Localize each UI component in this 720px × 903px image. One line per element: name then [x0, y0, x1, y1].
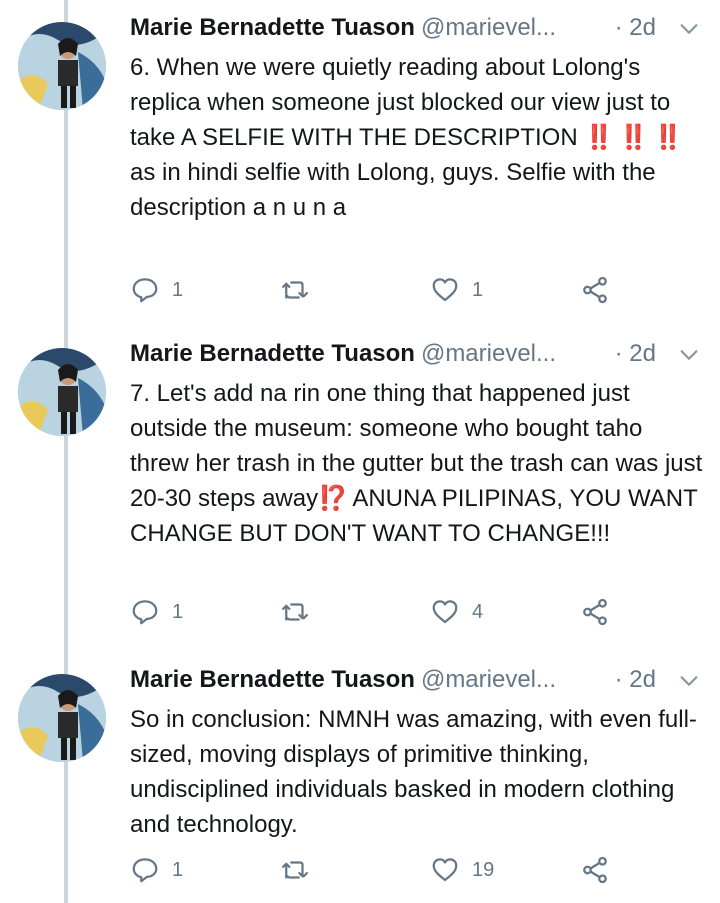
user-handle[interactable]: @marievel... — [421, 666, 556, 693]
display-name[interactable]: Marie Bernadette Tuason — [130, 340, 415, 367]
retweet-button[interactable] — [280, 594, 322, 630]
avatar[interactable] — [18, 22, 106, 110]
heart-icon — [432, 600, 458, 624]
like-count: 4 — [472, 600, 484, 623]
tweet-header: Marie Bernadette Tuason @marievel... · 2d — [130, 10, 700, 46]
tweet-text: 7. Let's add na rin one thing that happe… — [130, 376, 705, 551]
tweet-actions: 1 19 — [130, 852, 650, 888]
reply-icon — [132, 278, 158, 303]
share-button[interactable] — [580, 272, 610, 308]
reply-icon — [132, 858, 158, 883]
like-button[interactable]: 1 — [430, 272, 483, 308]
share-icon — [583, 276, 607, 304]
tweet[interactable]: Marie Bernadette Tuason @marievel... · 2d… — [0, 336, 720, 636]
retweet-icon — [282, 603, 308, 621]
like-button[interactable]: 4 — [430, 594, 483, 630]
reply-button[interactable]: 1 — [130, 594, 183, 630]
user-handle[interactable]: @marievel... — [421, 340, 556, 367]
retweet-button[interactable] — [280, 272, 322, 308]
tweet-actions: 1 4 — [130, 594, 650, 630]
user-handle[interactable]: @marievel... — [421, 14, 556, 41]
display-name[interactable]: Marie Bernadette Tuason — [130, 14, 415, 41]
reply-icon — [132, 600, 158, 625]
tweet-text-part: So in conclusion: NMNH was amazing, with… — [130, 706, 697, 838]
reply-count: 1 — [172, 278, 184, 301]
heart-icon — [432, 278, 458, 302]
reply-count: 1 — [172, 600, 184, 623]
tweet[interactable]: Marie Bernadette Tuason @marievel... · 2d… — [0, 662, 720, 903]
chevron-down-icon[interactable] — [678, 670, 700, 692]
timestamp[interactable]: · 2d — [615, 662, 656, 698]
interrobang-emoji: ⁉️ — [318, 485, 348, 512]
retweet-button[interactable] — [280, 852, 322, 888]
timestamp[interactable]: · 2d — [615, 336, 656, 372]
like-count: 19 — [472, 858, 495, 881]
chevron-down-icon[interactable] — [678, 344, 700, 366]
like-count: 1 — [472, 278, 484, 301]
reply-count: 1 — [172, 858, 184, 881]
display-name[interactable]: Marie Bernadette Tuason — [130, 666, 415, 693]
tweet[interactable]: Marie Bernadette Tuason @marievel... · 2d… — [0, 10, 720, 310]
chevron-down-icon[interactable] — [678, 18, 700, 40]
share-button[interactable] — [580, 594, 610, 630]
timestamp[interactable]: · 2d — [615, 10, 656, 46]
tweet-header: Marie Bernadette Tuason @marievel... · 2d — [130, 336, 700, 372]
tweet-actions: 1 1 — [130, 272, 650, 308]
retweet-icon — [282, 861, 308, 879]
reply-button[interactable]: 1 — [130, 272, 183, 308]
like-button[interactable]: 19 — [430, 852, 494, 888]
retweet-icon — [282, 281, 308, 299]
heart-icon — [432, 858, 458, 882]
tweet-text: So in conclusion: NMNH was amazing, with… — [130, 702, 705, 842]
reply-button[interactable]: 1 — [130, 852, 183, 888]
tweet-header: Marie Bernadette Tuason @marievel... · 2d — [130, 662, 700, 698]
double-exclamation-emoji: ‼️ ‼️ ‼️ — [584, 124, 683, 151]
avatar[interactable] — [18, 348, 106, 436]
tweet-text: 6. When we were quietly reading about Lo… — [130, 50, 705, 225]
avatar[interactable] — [18, 674, 106, 762]
share-icon — [583, 856, 607, 884]
share-icon — [583, 598, 607, 626]
share-button[interactable] — [580, 852, 610, 888]
